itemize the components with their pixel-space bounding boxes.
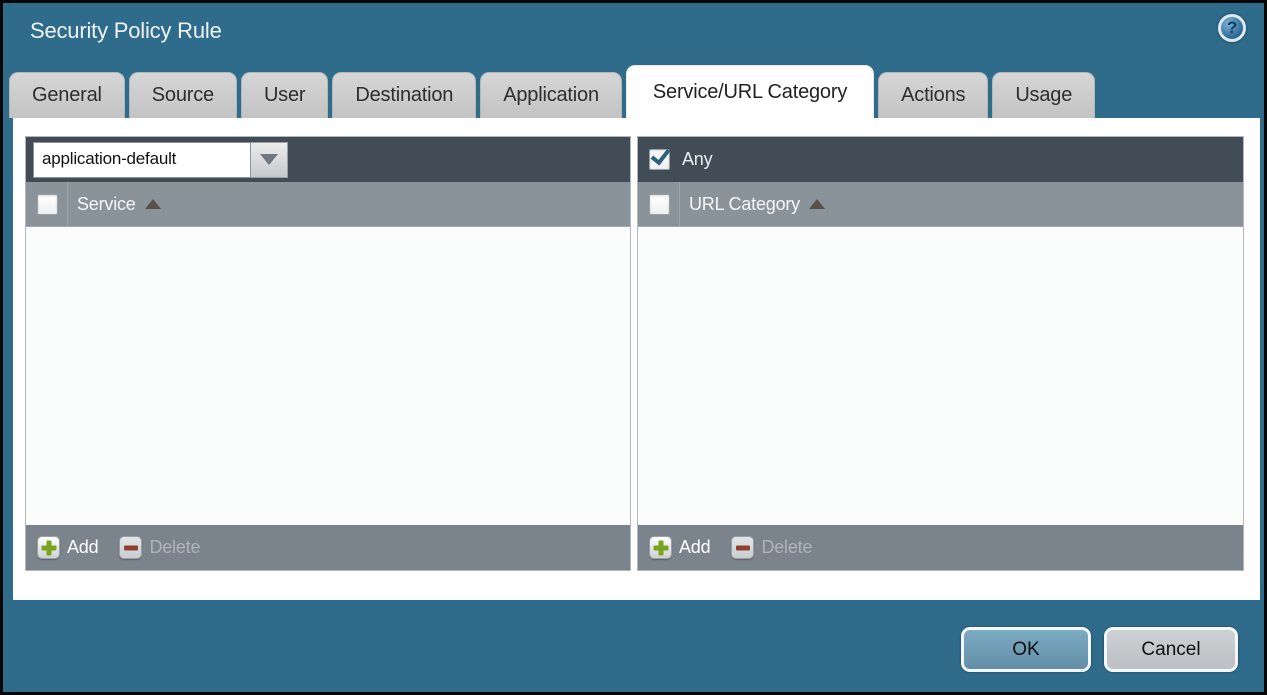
chevron-down-icon [260, 154, 278, 165]
security-policy-rule-dialog: { "dialog": { "title": "Security Policy … [0, 0, 1267, 695]
add-service-button[interactable]: Add [37, 536, 98, 559]
tab-service-url-category[interactable]: Service/URL Category [626, 65, 874, 118]
service-column-header[interactable]: Service [77, 194, 136, 215]
dialog-title: Security Policy Rule [30, 18, 222, 44]
url-category-table-header: URL Category [638, 182, 1243, 227]
add-url-category-label: Add [679, 537, 710, 558]
service-table-body [26, 227, 630, 525]
service-type-dropdown-value[interactable]: application-default [33, 142, 251, 178]
tab-usage[interactable]: Usage [992, 72, 1095, 118]
tab-source[interactable]: Source [129, 72, 237, 118]
title-bar: Security Policy Rule ? [3, 3, 1264, 65]
select-all-url-categories-checkbox[interactable] [649, 194, 670, 215]
tab-user[interactable]: User [241, 72, 328, 118]
delete-service-button[interactable]: Delete [119, 536, 200, 559]
dialog-action-bar: OK Cancel [961, 627, 1238, 672]
service-panel: application-default Service Add Delete [25, 136, 631, 571]
tab-content-service-url-category: application-default Service Add Delete [13, 118, 1260, 600]
sort-ascending-icon [809, 199, 825, 209]
minus-icon [731, 536, 754, 559]
plus-icon [649, 536, 672, 559]
tab-actions[interactable]: Actions [878, 72, 988, 118]
tab-general[interactable]: General [9, 72, 125, 118]
help-icon[interactable]: ? [1218, 14, 1246, 42]
delete-service-label: Delete [149, 537, 200, 558]
service-table-header: Service [26, 182, 630, 227]
url-category-toolbar: Any [638, 137, 1243, 182]
column-divider [679, 182, 680, 226]
any-url-category-checkbox[interactable] [649, 149, 670, 170]
url-category-footer: Add Delete [638, 525, 1243, 570]
service-type-dropdown[interactable]: application-default [33, 142, 288, 178]
select-all-services-checkbox[interactable] [37, 194, 58, 215]
tab-destination[interactable]: Destination [332, 72, 476, 118]
sort-ascending-icon [145, 199, 161, 209]
tab-bar: General Source User Destination Applicat… [9, 65, 1261, 118]
cancel-button[interactable]: Cancel [1104, 627, 1238, 672]
ok-button[interactable]: OK [961, 627, 1091, 672]
plus-icon [37, 536, 60, 559]
add-url-category-button[interactable]: Add [649, 536, 710, 559]
service-toolbar: application-default [26, 137, 630, 182]
column-divider [67, 182, 68, 226]
delete-url-category-label: Delete [761, 537, 812, 558]
tab-application[interactable]: Application [480, 72, 622, 118]
service-footer: Add Delete [26, 525, 630, 570]
minus-icon [119, 536, 142, 559]
dropdown-arrow-button[interactable] [251, 142, 288, 178]
url-category-panel: Any URL Category Add Delete [637, 136, 1244, 571]
any-url-category-label: Any [682, 149, 712, 170]
delete-url-category-button[interactable]: Delete [731, 536, 812, 559]
url-category-column-header[interactable]: URL Category [689, 194, 800, 215]
url-category-table-body [638, 227, 1243, 525]
add-service-label: Add [67, 537, 98, 558]
